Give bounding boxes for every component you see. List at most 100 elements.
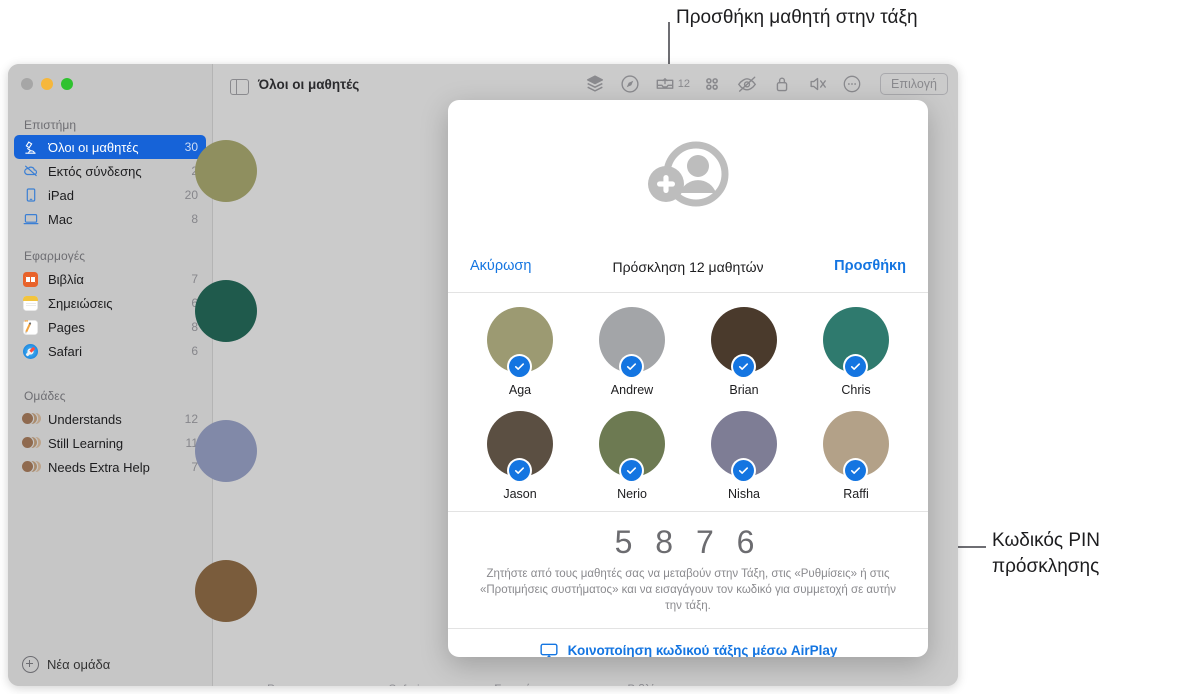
avatar — [599, 307, 665, 377]
invite-student-nerio[interactable]: Nerio — [576, 411, 688, 501]
sidebar-item-books[interactable]: Βιβλία 7 — [14, 267, 206, 291]
sidebar-item-mac[interactable]: Mac 8 — [14, 207, 206, 231]
books-app-icon — [22, 271, 39, 288]
notes-app-icon — [22, 295, 39, 312]
ipad-icon — [22, 187, 39, 204]
navigate-icon[interactable] — [619, 73, 641, 95]
sidebar-list-groups: Understands 12 Still Learning 11 Needs E… — [14, 407, 206, 479]
student-app: Safari — [349, 682, 459, 686]
avatar — [487, 307, 553, 377]
grid-icon[interactable] — [701, 73, 723, 95]
mute-icon[interactable] — [806, 73, 828, 95]
sidebar-item-count: 20 — [184, 188, 198, 202]
classroom-window: Επιστήμη Όλοι οι μαθητές 30 Εκτός σύνδεσ… — [8, 64, 958, 686]
sidebar-item-still-learning[interactable]: Still Learning 11 — [14, 431, 206, 455]
invite-student-aga[interactable]: Aga — [464, 307, 576, 397]
more-icon[interactable] — [841, 73, 863, 95]
add-button[interactable]: Προσθήκη — [834, 258, 906, 274]
invite-student-jason[interactable]: Jason — [464, 411, 576, 501]
dialog-hero — [448, 100, 928, 248]
pin-instructions: Ζητήστε από τους μαθητές σας να μεταβούν… — [479, 568, 897, 612]
checkmark-icon — [621, 460, 642, 481]
sidebar-item-count: 6 — [191, 344, 198, 358]
sidebar-item-label: Σημειώσεις — [48, 295, 113, 311]
pages-app-icon — [22, 319, 39, 336]
student-app: Βιβλία — [589, 682, 699, 686]
share-class-code-airplay-button[interactable]: Κοινοποίηση κωδικού τάξης μέσω AirPlay — [448, 628, 928, 657]
toolbar-icon-group: 12 Επιλογή — [584, 73, 948, 95]
sidebar-item-label: Εκτός σύνδεσης — [48, 163, 142, 179]
sidebar-list-science: Όλοι οι μαθητές 30 Εκτός σύνδεσης 2 — [14, 135, 206, 231]
sidebar-item-label: Βιβλία — [48, 271, 84, 287]
sidebar-item-safari[interactable]: Safari 6 — [14, 339, 206, 363]
sidebar-item-pages[interactable]: Pages 8 — [14, 315, 206, 339]
sidebar-item-label: Όλοι οι μαθητές — [48, 139, 139, 155]
plus-circle-icon — [22, 656, 39, 673]
sidebar-item-all-students[interactable]: Όλοι οι μαθητές 30 — [14, 135, 206, 159]
student-name: Chris — [841, 383, 871, 397]
sidebar-item-count: 7 — [191, 272, 198, 286]
open-in-count: 12 — [677, 78, 691, 90]
invite-student-chris[interactable]: Chris — [800, 307, 912, 397]
minimize-button[interactable] — [41, 78, 53, 90]
sidebar-item-label: Safari — [48, 343, 82, 359]
invite-student-andrew[interactable]: Andrew — [576, 307, 688, 397]
main-pane: Όλοι οι μαθητές 12 Επιλογή Ακύρωση Πρόσκ… — [195, 64, 958, 686]
sidebar-section-title-groups: Ομάδες — [24, 389, 66, 403]
invite-student-raffi[interactable]: Raffi — [800, 411, 912, 501]
avatar — [823, 411, 889, 481]
checkmark-icon — [509, 460, 530, 481]
open-in-icon[interactable] — [654, 73, 676, 95]
checkmark-icon — [733, 356, 754, 377]
student-app: Pages — [229, 682, 339, 686]
sidebar-item-understands[interactable]: Understands 12 — [14, 407, 206, 431]
close-button[interactable] — [21, 78, 33, 90]
student-name: Andrew — [610, 383, 654, 397]
sidebar-item-label: iPad — [48, 187, 75, 203]
avatar — [711, 307, 777, 377]
student-name: Nisha — [728, 487, 760, 501]
sidebar-item-ipad[interactable]: iPad 20 — [14, 183, 206, 207]
sidebar-toggle-icon[interactable] — [230, 78, 249, 96]
checkmark-icon — [845, 460, 866, 481]
group-icon — [22, 411, 41, 428]
invite-student-nisha[interactable]: Nisha — [688, 411, 800, 501]
invite-students-dialog: Ακύρωση Πρόσκληση 12 μαθητών Προσθήκη Ag… — [448, 100, 928, 657]
student-name: Aga — [508, 383, 532, 397]
annotation-pin: Κωδικός PIN πρόσκλησης — [992, 530, 1101, 577]
sidebar-item-label: Understands — [48, 411, 122, 427]
sidebar-item-count: 12 — [184, 412, 198, 426]
avatar — [195, 420, 257, 482]
mac-icon — [22, 211, 39, 228]
maximize-button[interactable] — [61, 78, 73, 90]
student-name: Jason — [503, 487, 537, 501]
avatar — [195, 280, 257, 342]
avatar — [195, 140, 257, 202]
annotation-add-student: Προσθήκη μαθητή στην τάξη — [676, 7, 918, 28]
microscope-icon — [22, 139, 39, 156]
layers-icon[interactable] — [584, 73, 606, 95]
new-group-button[interactable]: Νέα ομάδα — [22, 656, 110, 673]
lock-icon[interactable] — [771, 73, 793, 95]
sidebar: Επιστήμη Όλοι οι μαθητές 30 Εκτός σύνδεσ… — [8, 64, 213, 686]
sidebar-item-notes[interactable]: Σημειώσεις 6 — [14, 291, 206, 315]
avatar — [599, 411, 665, 481]
eye-slash-icon[interactable] — [736, 73, 758, 95]
group-icon — [22, 459, 41, 476]
airplay-icon — [539, 641, 559, 657]
sidebar-section-title-apps: Εφαρμογές — [24, 249, 86, 263]
group-icon — [22, 435, 41, 452]
new-group-label: Νέα ομάδα — [47, 657, 111, 672]
student-name: Raffi — [843, 487, 869, 501]
invite-student-brian[interactable]: Brian — [688, 307, 800, 397]
sidebar-item-label: Mac — [48, 211, 73, 227]
sidebar-item-label: Still Learning — [48, 435, 124, 451]
sidebar-item-needs-extra-help[interactable]: Needs Extra Help 7 — [14, 455, 206, 479]
add-person-icon — [638, 136, 738, 219]
select-button[interactable]: Επιλογή — [880, 73, 948, 95]
sidebar-section-title-science: Επιστήμη — [24, 118, 77, 132]
student-name: Brian — [729, 383, 759, 397]
class-pin: 5 8 7 6 — [614, 524, 762, 560]
sidebar-item-offline[interactable]: Εκτός σύνδεσης 2 — [14, 159, 206, 183]
safari-app-icon — [22, 343, 39, 360]
